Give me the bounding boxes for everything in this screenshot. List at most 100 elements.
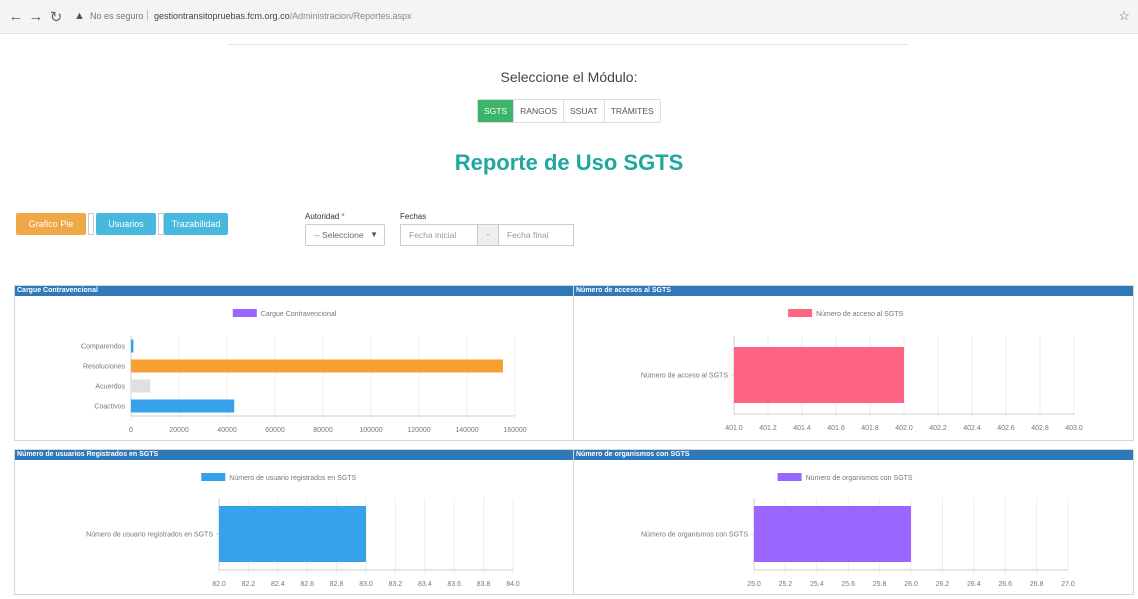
y-tick-label: Número de acceso al SGTS [641,373,728,380]
module-button-rangos[interactable]: RANGOS [514,100,564,122]
x-tick-label: 25.4 [810,581,824,588]
chart-accesos-sgts: Número de acceso al SGTS 401.0 401.2 401.4 4… [641,309,1083,432]
x-tick-label: 26.4 [967,581,981,588]
x-tick-label: 100000 [359,427,382,434]
url-host: gestiontransitopruebas.fcm.org.co [154,11,290,21]
autoridad-select[interactable]: -- Seleccione ▼ [305,224,385,246]
y-tick-label: Número de usuario registrados en SGTS [86,532,213,539]
x-tick-label: 82.8 [330,581,344,588]
x-tick-label: 40000 [217,427,237,434]
autoridad-label-text: Autoridad [305,212,340,221]
x-tick-label: 401.0 [725,425,743,432]
x-tick-label: 401.2 [759,425,777,432]
tab-usuarios[interactable]: Usuarios [96,213,156,235]
x-tick-label: 82.4 [271,581,285,588]
x-tick-label: 26.2 [936,581,950,588]
x-tick-label: 82.6 [300,581,314,588]
bar [734,347,904,403]
chart-panel-cargue: Cargue Contravencional Cargue Contravenc… [14,285,574,441]
x-tick-label: 402.0 [895,425,913,432]
required-mark: * [341,212,345,221]
bar [131,399,235,413]
autoridad-label: Autoridad * [305,212,345,221]
x-tick-label: 402.8 [1031,425,1049,432]
legend-label: Número de organismos con SGTS [806,475,913,482]
legend-swatch [788,309,813,317]
x-tick-label: 83.0 [359,581,373,588]
x-tick-label: 25.8 [873,581,887,588]
x-tick-label: 402.2 [929,425,947,432]
module-button-tramites[interactable]: TRÁMITES [604,100,660,122]
y-tick-label: Resoluciones [83,364,126,371]
bar [131,359,503,373]
y-tick-label: Coactivos [94,404,125,411]
reload-icon[interactable]: ↻ [48,8,64,26]
legend-label: Número de usuario registrados en SGTS [229,475,356,482]
page-title: Reporte de Uso SGTS [454,150,684,175]
x-tick-label: 25.6 [841,581,855,588]
warning-icon[interactable]: ▲ [74,10,85,22]
x-tick-label: 82.0 [212,581,226,588]
x-tick-label: 160000 [503,427,526,434]
chart-panel-organismos: Número de organismos con SGTS Número de … [573,449,1134,595]
x-tick-label: 26.8 [1030,581,1044,588]
fecha-final-input[interactable]: Fecha final [498,224,574,246]
tab-trazabilidad[interactable]: Trazabilidad [164,213,228,235]
x-tick-label: 140000 [455,427,478,434]
star-icon[interactable]: ☆ [1118,8,1130,24]
security-text[interactable]: No es seguro [90,11,144,21]
address-bar[interactable]: gestiontransitopruebas.fcm.org.co/Admini… [154,11,412,21]
x-tick-label: 401.6 [827,425,845,432]
fecha-inicial-input[interactable]: Fecha inicial [400,224,478,246]
tab-grafico-pie[interactable]: Grafico Pie [16,213,86,235]
y-tick-label: Comparendos [81,344,125,351]
chart-panel-usuarios: Número de usuarios Registrados en SGTS N… [14,449,574,595]
date-separator: - [478,224,498,246]
x-tick-label: 401.4 [793,425,811,432]
chart-cargue-contravencional: Cargue Contravencional 0 20000 40000 60000 80… [81,309,527,434]
chart-panel-accesos: Número de accesos al SGTS Número de acce… [573,285,1134,441]
module-button-group: SGTS RANGOS SSUAT TRÁMITES [477,99,661,123]
chevron-down-icon: ▼ [370,230,378,239]
arrow-left-icon[interactable]: ← [8,8,24,25]
legend-swatch [777,473,802,481]
bar [131,339,134,353]
legend-swatch [201,473,226,481]
x-tick-label: 0 [129,427,133,434]
x-tick-label: 25.2 [779,581,793,588]
panel-title: Número de accesos al SGTS [574,286,1133,296]
chart-organismos-sgts: Número de organismos con SGTS 25.0 25.2 25.… [641,473,1075,588]
y-tick-label: Número de organismos con SGTS [641,532,748,539]
x-tick-label: 25.0 [747,581,761,588]
x-tick-label: 80000 [313,427,333,434]
autoridad-select-value: -- Seleccione [314,230,364,240]
x-tick-label: 26.0 [904,581,918,588]
browser-toolbar: ← → ↻ ▲ No es seguro | gestiontransitopr… [0,0,1138,34]
module-selector-label: Seleccione el Módulo: [500,69,638,85]
x-tick-label: 403.0 [1065,425,1083,432]
y-tick-label: Acuerdos [95,384,125,391]
url-path: /Administracion/Reportes.aspx [289,11,412,21]
x-tick-label: 83.2 [389,581,403,588]
x-tick-label: 83.6 [447,581,461,588]
tab-separator [88,213,94,235]
panel-title: Número de organismos con SGTS [574,450,1133,460]
bar [219,506,366,562]
arrow-right-icon[interactable]: → [28,8,44,25]
legend-swatch [232,309,257,317]
x-tick-label: 402.4 [963,425,981,432]
panel-title: Cargue Contravencional [15,286,573,296]
bar [131,379,151,393]
divider [228,44,908,45]
x-tick-label: 120000 [407,427,430,434]
module-button-sgts[interactable]: SGTS [478,100,515,122]
x-tick-label: 27.0 [1061,581,1075,588]
panel-title: Número de usuarios Registrados en SGTS [15,450,573,460]
x-tick-label: 20000 [169,427,189,434]
x-tick-label: 26.6 [998,581,1012,588]
module-button-ssuat[interactable]: SSUAT [564,100,605,122]
x-tick-label: 401.8 [861,425,879,432]
x-tick-label: 402.6 [997,425,1015,432]
legend-label: Número de acceso al SGTS [816,311,903,318]
x-tick-label: 83.4 [418,581,432,588]
